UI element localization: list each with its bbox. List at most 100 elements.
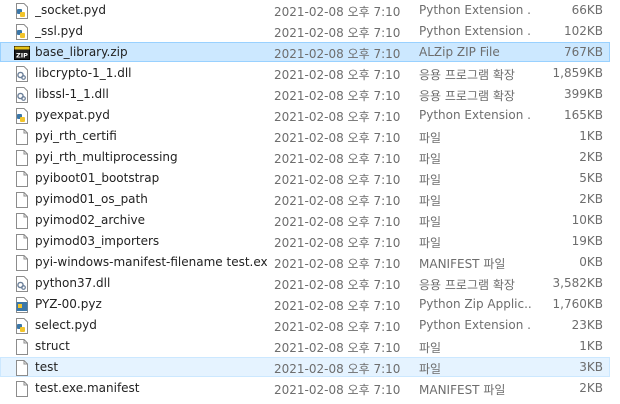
blank-file-icon: [15, 234, 29, 250]
svg-text:ZIP: ZIP: [16, 52, 28, 60]
file-row[interactable]: _ssl.pyd 2021-02-08 오후 7:10 Python Extensi…: [0, 21, 610, 41]
file-date: 2021-02-08 오후 7:10: [274, 341, 401, 355]
file-row[interactable]: libssl-1_1.dll 2021-02-08 오후 7:10 응용 프로그램 …: [0, 84, 610, 104]
file-name[interactable]: _socket.pyd: [35, 3, 267, 17]
file-size: 767KB: [563, 45, 603, 59]
file-name[interactable]: test: [35, 360, 267, 374]
file-name[interactable]: select.pyd: [35, 318, 267, 332]
file-size: 3KB: [579, 360, 603, 374]
blank-file-icon: [15, 150, 29, 166]
file-type: 응용 프로그램 확장: [419, 89, 515, 103]
file-type: 파일: [419, 236, 442, 250]
file-row[interactable]: pyimod02_archive 2021-02-08 오후 7:10 파일 10KB: [0, 210, 610, 230]
blank-file-icon: [15, 360, 29, 376]
file-row[interactable]: python37.dll 2021-02-08 오후 7:10 응용 프로그램 확장…: [0, 273, 610, 293]
python-file-icon: [15, 3, 29, 19]
file-row[interactable]: pyiboot01_bootstrap 2021-02-08 오후 7:10 파일 5…: [0, 168, 610, 188]
file-name[interactable]: pyi_rth_multiprocessing: [35, 150, 267, 164]
file-type: 파일: [419, 173, 442, 187]
python-file-icon: [15, 318, 29, 334]
file-date: 2021-02-08 오후 7:10: [274, 173, 401, 187]
file-row[interactable]: pyexpat.pyd 2021-02-08 오후 7:10 Python Exte…: [0, 105, 610, 125]
file-name[interactable]: pyexpat.pyd: [35, 108, 267, 122]
file-date: 2021-02-08 오후 7:10: [274, 131, 401, 145]
zip-file-icon: ZIP: [14, 45, 30, 61]
file-name[interactable]: struct: [35, 339, 267, 353]
file-type: MANIFEST 파일: [419, 383, 506, 397]
file-row[interactable]: _socket.pyd 2021-02-08 오후 7:10 Python Exte…: [0, 0, 610, 20]
file-type: 파일: [419, 131, 442, 145]
file-date: 2021-02-08 오후 7:10: [274, 26, 401, 40]
file-size: 1KB: [579, 339, 603, 353]
file-type: 파일: [419, 152, 442, 166]
file-date: 2021-02-08 오후 7:10: [274, 257, 401, 271]
blank-file-icon: [15, 339, 29, 355]
file-date: 2021-02-08 오후 7:10: [274, 89, 401, 103]
python-file-icon: [15, 108, 29, 124]
file-date: 2021-02-08 오후 7:10: [274, 278, 401, 292]
python-file-icon: [15, 24, 29, 40]
file-date: 2021-02-08 오후 7:10: [274, 47, 401, 61]
file-size: 66KB: [571, 3, 603, 17]
blank-file-icon: [15, 129, 29, 145]
file-row[interactable]: ZIP base_library.zip 2021-02-08 오후 7:10 ALZ…: [0, 42, 610, 62]
file-type: Python Extension ...: [419, 3, 531, 17]
file-name[interactable]: pyiboot01_bootstrap: [35, 171, 267, 185]
file-type: 파일: [419, 215, 442, 229]
file-type: 파일: [419, 194, 442, 208]
file-row[interactable]: libcrypto-1_1.dll 2021-02-08 오후 7:10 응용 프로…: [0, 63, 610, 83]
file-size: 2KB: [579, 381, 603, 395]
blank-file-icon: [15, 171, 29, 187]
file-date: 2021-02-08 오후 7:10: [274, 194, 401, 208]
file-size: 2KB: [579, 150, 603, 164]
file-name[interactable]: libssl-1_1.dll: [35, 87, 267, 101]
file-date: 2021-02-08 오후 7:10: [274, 236, 401, 250]
blank-file-icon: [15, 213, 29, 229]
file-date: 2021-02-08 오후 7:10: [274, 5, 401, 19]
file-name[interactable]: pyi_rth_certifi: [35, 129, 267, 143]
file-type: Python Extension ...: [419, 318, 531, 332]
pyz-file-icon: [15, 297, 29, 313]
file-name[interactable]: libcrypto-1_1.dll: [35, 66, 267, 80]
file-name[interactable]: pyimod02_archive: [35, 213, 267, 227]
file-size: 1,760KB: [552, 297, 603, 311]
dll-file-icon: [15, 276, 29, 292]
dll-file-icon: [15, 87, 29, 103]
file-type: Python Extension ...: [419, 24, 531, 38]
file-row[interactable]: PYZ-00.pyz 2021-02-08 오후 7:10 Python Zip A…: [0, 294, 610, 314]
file-size: 19KB: [571, 234, 603, 248]
file-date: 2021-02-08 오후 7:10: [274, 383, 401, 397]
file-size: 23KB: [571, 318, 603, 332]
file-size: 165KB: [563, 108, 603, 122]
file-type: Python Zip Applic...: [419, 297, 531, 311]
file-row[interactable]: pyimod03_importers 2021-02-08 오후 7:10 파일 19…: [0, 231, 610, 251]
file-size: 2KB: [579, 192, 603, 206]
file-type: 응용 프로그램 확장: [419, 68, 515, 82]
file-name[interactable]: PYZ-00.pyz: [35, 297, 267, 311]
file-name[interactable]: test.exe.manifest: [35, 381, 267, 395]
file-row[interactable]: pyi_rth_multiprocessing 2021-02-08 오후 7:1…: [0, 147, 610, 167]
file-name[interactable]: _ssl.pyd: [35, 24, 267, 38]
blank-file-icon: [15, 192, 29, 208]
file-date: 2021-02-08 오후 7:10: [274, 320, 401, 334]
file-row[interactable]: struct 2021-02-08 오후 7:10 파일 1KB: [0, 336, 610, 356]
blank-file-icon: [15, 255, 29, 271]
file-name[interactable]: pyimod01_os_path: [35, 192, 267, 206]
file-row[interactable]: test.exe.manifest 2021-02-08 오후 7:10 MANIF…: [0, 378, 610, 398]
file-type: 파일: [419, 362, 442, 376]
file-name[interactable]: python37.dll: [35, 276, 267, 290]
file-size: 0KB: [579, 255, 603, 269]
file-name[interactable]: pyi-windows-manifest-filename test.exe..…: [35, 255, 267, 269]
file-name[interactable]: pyimod03_importers: [35, 234, 267, 248]
file-type: MANIFEST 파일: [419, 257, 506, 271]
file-row[interactable]: pyi_rth_certifi 2021-02-08 오후 7:10 파일 1KB: [0, 126, 610, 146]
file-row[interactable]: select.pyd 2021-02-08 오후 7:10 Python Exten…: [0, 315, 610, 335]
file-date: 2021-02-08 오후 7:10: [274, 68, 401, 82]
file-size: 5KB: [579, 171, 603, 185]
file-row[interactable]: test 2021-02-08 오후 7:10 파일 3KB: [0, 357, 610, 377]
file-row[interactable]: pyi-windows-manifest-filename test.exe..…: [0, 252, 610, 272]
file-size: 399KB: [563, 87, 603, 101]
blank-file-icon: [15, 381, 29, 397]
file-row[interactable]: pyimod01_os_path 2021-02-08 오후 7:10 파일 2KB: [0, 189, 610, 209]
file-name[interactable]: base_library.zip: [35, 45, 267, 59]
